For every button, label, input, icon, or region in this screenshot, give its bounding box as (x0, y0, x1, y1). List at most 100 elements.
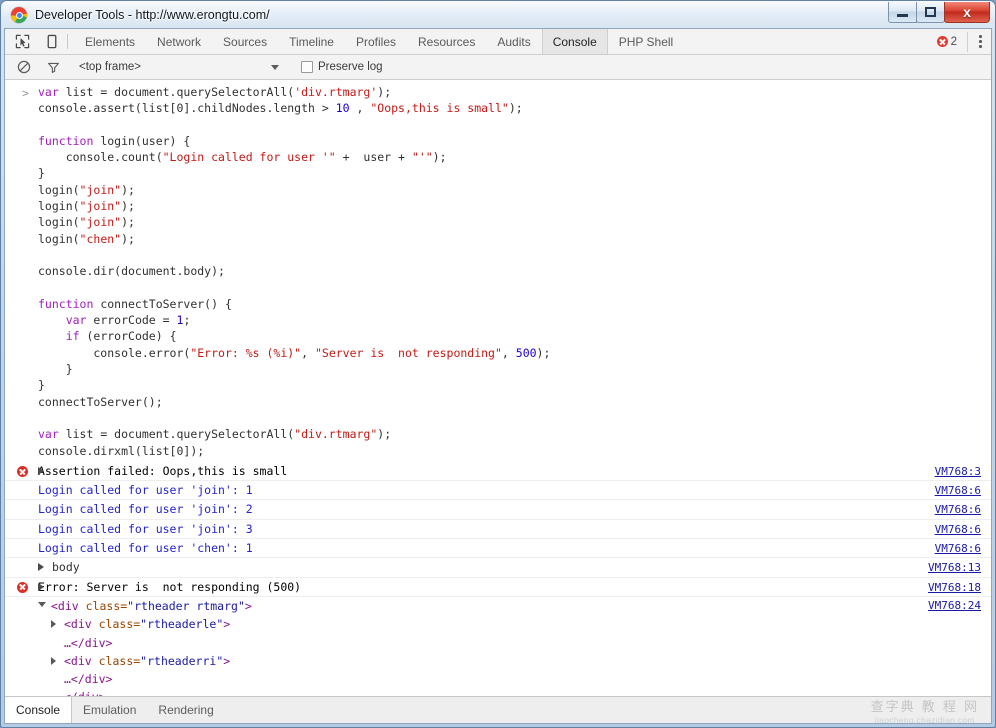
console-message-row[interactable]: Login called for user 'join': 1 VM768:6 (5, 481, 991, 501)
expand-triangle-icon[interactable] (38, 582, 44, 591)
code-token: console.assert(list[0].childNodes.length… (38, 101, 336, 116)
console-message-text: Login called for user 'join': 3 (38, 521, 253, 536)
toolbar-icon-group (5, 29, 65, 54)
devtools-toolbar: Elements Network Sources Timeline Profil… (5, 29, 991, 55)
console-message-row[interactable]: body VM768:13 (5, 558, 991, 578)
expand-triangle-icon[interactable] (38, 563, 44, 572)
devtools-window: Developer Tools - http://www.erongtu.com… (0, 0, 996, 728)
code-line: login("chen"); (5, 231, 991, 247)
code-token: ); (508, 101, 523, 116)
code-line: } (5, 377, 991, 393)
chevron-down-icon (271, 64, 279, 70)
drawer-tab-label: Rendering (158, 703, 214, 717)
source-link[interactable]: VM768:6 (935, 522, 981, 538)
source-link[interactable]: VM768:6 (935, 483, 981, 499)
code-token: list = document.querySelectorAll( (58, 427, 295, 442)
code-token: + user + (335, 150, 412, 165)
dom-expand-triangle-icon[interactable] (51, 656, 56, 665)
console-message-text: Error: Server is not responding (500) (38, 579, 302, 594)
dom-tree-row[interactable]: <div class="rtheader rtmarg"> VM768:24 (5, 597, 991, 615)
tab-audits[interactable]: Audits (486, 29, 541, 54)
maximize-icon (925, 7, 936, 17)
drawer-tab-label: Console (16, 703, 61, 717)
console-output[interactable]: > var list = document.querySelectorAll( '… (5, 80, 991, 696)
expand-triangle-icon[interactable] (38, 466, 44, 475)
console-message-row[interactable]: Error: Server is not responding (500) VM7… (5, 578, 991, 597)
panel-tabs: Elements Network Sources Timeline Profil… (74, 29, 684, 54)
console-message-row[interactable]: Login called for user 'chen': 1 VM768:6 (5, 539, 991, 559)
dom-token: > (223, 617, 231, 632)
console-message-list: Assertion failed: Oops,this is small VM76… (5, 462, 991, 597)
code-token: "Error: %s (%i)" (190, 345, 302, 360)
filter-funnel-icon[interactable] (44, 58, 62, 76)
tab-profiles[interactable]: Profiles (345, 29, 407, 54)
drawer-tab-console[interactable]: Console (5, 697, 73, 723)
clear-console-icon[interactable] (15, 58, 33, 76)
watermark-url: jiaocheng.chazidian.com (874, 714, 975, 724)
tab-resources[interactable]: Resources (407, 29, 486, 54)
minimize-button[interactable] (888, 2, 917, 23)
code-token: "Login called for user '" (162, 150, 336, 165)
code-token: , (501, 345, 516, 360)
code-line: if (errorCode) { (5, 328, 991, 344)
close-button[interactable]: x (944, 2, 990, 23)
console-message-text: body (52, 560, 80, 575)
close-icon: x (963, 4, 971, 20)
device-toggle-icon[interactable] (43, 33, 60, 50)
error-circle-icon (936, 36, 948, 47)
console-message-row[interactable]: Assertion failed: Oops,this is small VM76… (5, 462, 991, 482)
console-filter-bar: <top frame> Preserve log (5, 55, 991, 80)
source-link[interactable]: VM768:18 (928, 580, 981, 596)
preserve-log-toggle[interactable]: Preserve log (301, 61, 383, 73)
console-message-row[interactable]: Login called for user 'join': 2 VM768:6 (5, 500, 991, 520)
dom-expand-triangle-icon[interactable] (51, 620, 56, 629)
code-token: "join" (79, 182, 122, 197)
tab-console[interactable]: Console (541, 29, 608, 54)
console-message-text: Login called for user 'join': 2 (38, 502, 253, 517)
code-token: login( (38, 231, 80, 246)
tab-elements[interactable]: Elements (74, 29, 146, 54)
dom-tree-row[interactable]: …</div> (5, 670, 991, 688)
console-dom-tree[interactable]: <div class="rtheader rtmarg"> VM768:24 <di… (5, 597, 991, 696)
source-link[interactable]: VM768:13 (928, 560, 981, 576)
code-token: 'div.rtmarg' (294, 85, 378, 99)
code-token: ); (121, 215, 135, 230)
drawer-tab-emulation[interactable]: Emulation (72, 697, 147, 723)
dom-expand-triangle-icon[interactable] (38, 601, 46, 607)
dom-tree-row[interactable]: </div> (5, 688, 991, 696)
code-line: console.dirxml(list[0]); (5, 443, 991, 459)
kebab-menu-icon[interactable] (967, 31, 985, 52)
console-message-row[interactable]: Login called for user 'join': 3 VM768:6 (5, 520, 991, 540)
source-link[interactable]: VM768:24 (928, 598, 981, 614)
dom-tree-row[interactable]: <div class="rtheaderri"> (5, 652, 991, 670)
code-token: console.error( (38, 345, 191, 360)
error-count-badge[interactable]: 2 (936, 36, 965, 48)
code-line: console.dir(document.body); (5, 263, 991, 279)
dom-token: class= (98, 653, 141, 668)
source-link[interactable]: VM768:3 (935, 464, 981, 480)
source-link[interactable]: VM768:6 (935, 541, 981, 557)
dom-tree-row[interactable]: <div class="rtheaderle"> (5, 615, 991, 633)
tab-label: Sources (223, 34, 268, 49)
tab-network[interactable]: Network (146, 29, 212, 54)
dom-tree-row[interactable]: …</div> (5, 634, 991, 652)
source-link[interactable]: VM768:6 (935, 502, 981, 518)
code-token: connectToServer(); (38, 394, 163, 409)
code-token: login( (38, 199, 80, 214)
code-line: var list = document.querySelectorAll("di… (5, 426, 991, 442)
drawer-tab-rendering[interactable]: Rendering (147, 697, 224, 723)
tab-php-shell[interactable]: PHP Shell (608, 29, 684, 54)
tab-timeline[interactable]: Timeline (278, 29, 345, 54)
maximize-button[interactable] (916, 2, 945, 23)
tab-sources[interactable]: Sources (212, 29, 278, 54)
dom-token: …</div> (64, 635, 113, 650)
preserve-log-checkbox[interactable] (301, 61, 313, 73)
execution-context-select[interactable]: <top frame> (79, 61, 279, 73)
code-token: var (65, 313, 87, 328)
inspect-element-icon[interactable] (14, 33, 31, 50)
code-token: if (65, 329, 80, 344)
code-token: function (38, 133, 94, 148)
dom-token: …</div> (64, 672, 113, 687)
code-token: login( (38, 215, 80, 230)
